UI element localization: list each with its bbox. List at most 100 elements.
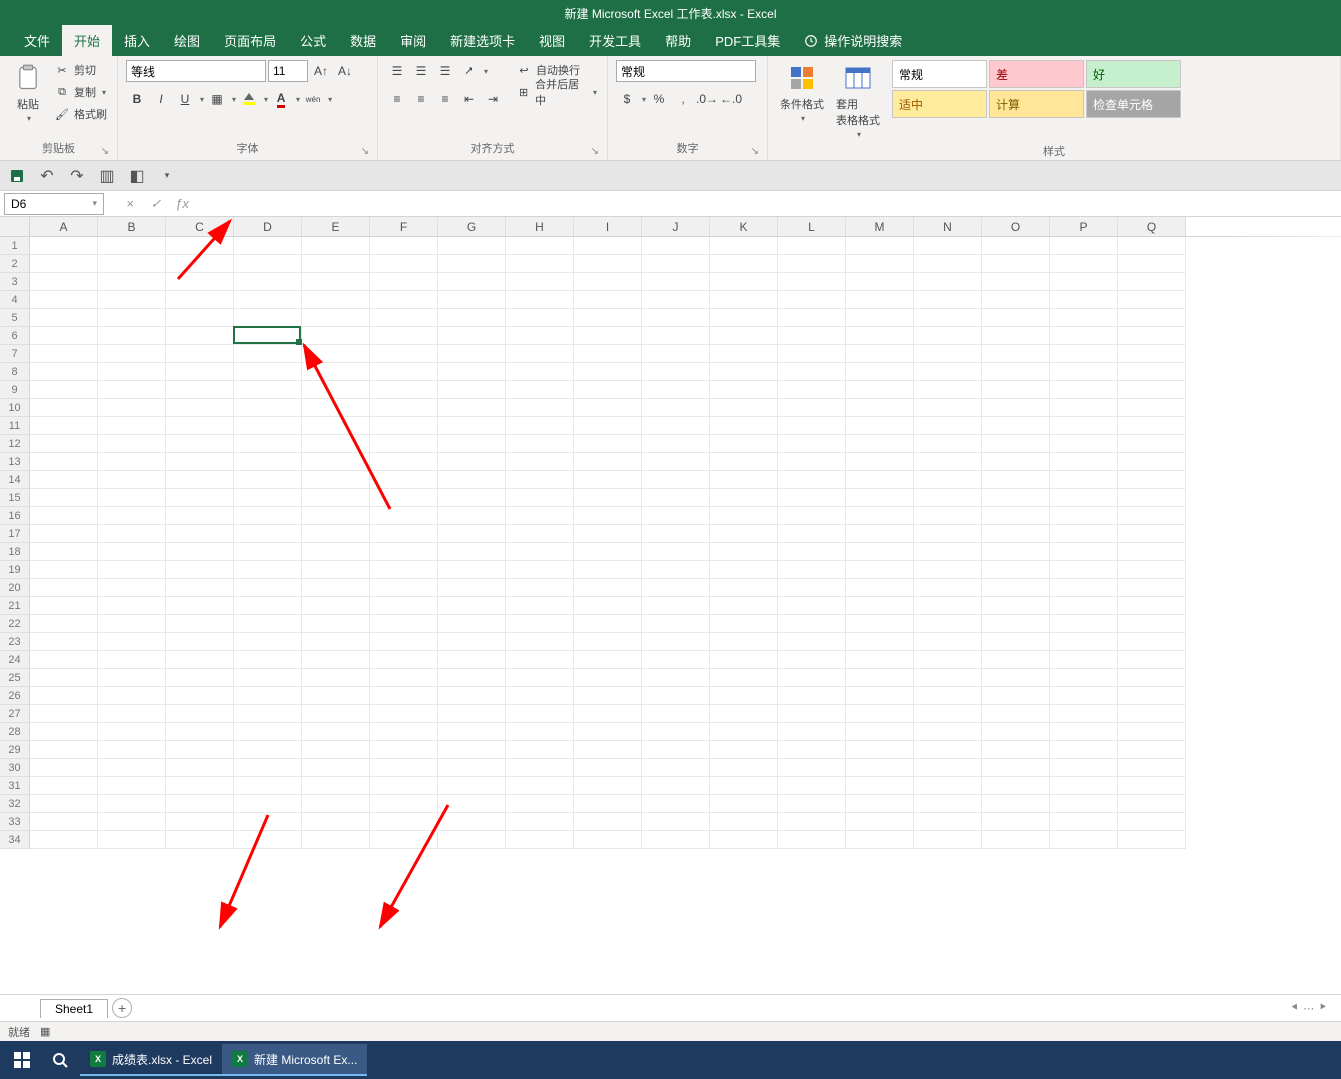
cell[interactable] <box>234 273 302 291</box>
cell[interactable] <box>166 525 234 543</box>
tab-审阅[interactable]: 审阅 <box>388 25 438 56</box>
cell[interactable] <box>98 813 166 831</box>
cell[interactable] <box>982 615 1050 633</box>
cell[interactable] <box>370 831 438 849</box>
cell[interactable] <box>302 615 370 633</box>
cell[interactable] <box>710 633 778 651</box>
cell[interactable] <box>778 543 846 561</box>
row-header-10[interactable]: 10 <box>0 399 30 417</box>
cell[interactable] <box>914 453 982 471</box>
cell[interactable] <box>30 471 98 489</box>
cell[interactable] <box>30 579 98 597</box>
cell[interactable] <box>98 705 166 723</box>
cell[interactable] <box>574 795 642 813</box>
cell[interactable] <box>778 633 846 651</box>
cell[interactable] <box>710 561 778 579</box>
cell[interactable] <box>438 687 506 705</box>
align-top-button[interactable]: ☰ <box>386 60 408 82</box>
cell[interactable] <box>30 489 98 507</box>
cell[interactable] <box>914 723 982 741</box>
cell[interactable] <box>642 237 710 255</box>
cell[interactable] <box>574 831 642 849</box>
cell[interactable] <box>778 237 846 255</box>
cell[interactable] <box>370 795 438 813</box>
cell[interactable] <box>778 309 846 327</box>
cell[interactable] <box>1118 525 1186 543</box>
cell[interactable] <box>846 363 914 381</box>
cell[interactable] <box>982 561 1050 579</box>
increase-decimal-button[interactable]: .0→ <box>696 88 718 110</box>
cell[interactable] <box>98 273 166 291</box>
cell[interactable] <box>302 237 370 255</box>
border-button[interactable]: ▦ <box>206 88 228 110</box>
qat-button-2[interactable]: ◧ <box>128 167 146 185</box>
decrease-decimal-button[interactable]: ←.0 <box>720 88 742 110</box>
cell[interactable] <box>30 723 98 741</box>
cell[interactable] <box>778 417 846 435</box>
cell[interactable] <box>370 723 438 741</box>
cell[interactable] <box>98 363 166 381</box>
cell[interactable] <box>914 471 982 489</box>
cell[interactable] <box>506 795 574 813</box>
cell[interactable] <box>574 399 642 417</box>
cell[interactable] <box>710 723 778 741</box>
cell[interactable] <box>506 363 574 381</box>
cell[interactable] <box>846 597 914 615</box>
cell[interactable] <box>1050 399 1118 417</box>
cell[interactable] <box>30 255 98 273</box>
align-center-button[interactable]: ≡ <box>410 88 432 110</box>
scroll-sheets-left[interactable]: ⯇ <box>1290 1002 1299 1015</box>
cell[interactable] <box>778 741 846 759</box>
bold-button[interactable]: B <box>126 88 148 110</box>
cell[interactable] <box>1118 759 1186 777</box>
cell[interactable] <box>1050 435 1118 453</box>
cell[interactable] <box>506 417 574 435</box>
cell[interactable] <box>710 489 778 507</box>
font-size-input[interactable] <box>268 60 308 82</box>
cell[interactable] <box>710 705 778 723</box>
cell[interactable] <box>1118 345 1186 363</box>
cell[interactable] <box>166 309 234 327</box>
cell[interactable] <box>302 561 370 579</box>
cell[interactable] <box>1050 633 1118 651</box>
cell[interactable] <box>642 687 710 705</box>
cell[interactable] <box>710 795 778 813</box>
style-cell-差[interactable]: 差 <box>989 60 1084 88</box>
cell[interactable] <box>846 723 914 741</box>
cell[interactable] <box>234 435 302 453</box>
cell[interactable] <box>846 777 914 795</box>
cell[interactable] <box>1118 669 1186 687</box>
cell[interactable] <box>1118 435 1186 453</box>
comma-button[interactable]: , <box>672 88 694 110</box>
new-sheet-button[interactable]: + <box>112 998 132 1018</box>
col-header-D[interactable]: D <box>234 217 302 236</box>
cell[interactable] <box>1118 453 1186 471</box>
cell[interactable] <box>30 309 98 327</box>
cell[interactable] <box>574 525 642 543</box>
col-header-Q[interactable]: Q <box>1118 217 1186 236</box>
cell[interactable] <box>438 525 506 543</box>
cell[interactable] <box>1118 255 1186 273</box>
cell[interactable] <box>710 579 778 597</box>
cell[interactable] <box>1118 633 1186 651</box>
col-header-B[interactable]: B <box>98 217 166 236</box>
cell[interactable] <box>438 795 506 813</box>
cell[interactable] <box>370 363 438 381</box>
cell[interactable] <box>506 759 574 777</box>
cell[interactable] <box>30 237 98 255</box>
style-cell-适中[interactable]: 适中 <box>892 90 987 118</box>
cell[interactable] <box>506 669 574 687</box>
cell[interactable] <box>438 543 506 561</box>
cell[interactable] <box>98 723 166 741</box>
cell[interactable] <box>642 543 710 561</box>
cell[interactable] <box>1050 417 1118 435</box>
col-header-N[interactable]: N <box>914 217 982 236</box>
cell[interactable] <box>642 381 710 399</box>
cell[interactable] <box>30 777 98 795</box>
cell[interactable] <box>234 813 302 831</box>
cell[interactable] <box>166 435 234 453</box>
cell[interactable] <box>506 471 574 489</box>
select-all-corner[interactable] <box>0 217 30 236</box>
cell[interactable] <box>370 273 438 291</box>
cell[interactable] <box>574 615 642 633</box>
